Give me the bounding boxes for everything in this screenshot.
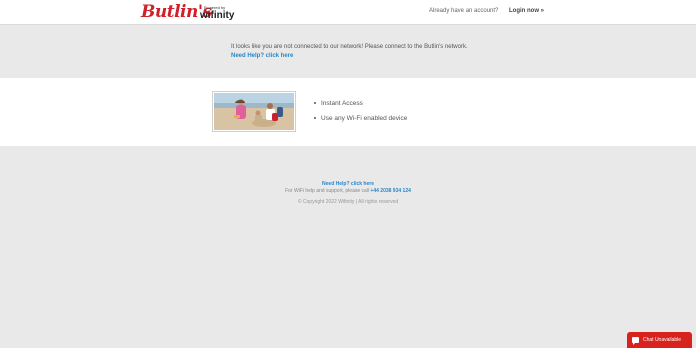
account-prompt: Already have an account? (429, 8, 499, 14)
support-phone-link[interactable]: +44 2038 934 124 (370, 188, 410, 194)
bullet-icon (314, 102, 316, 104)
support-line: For WiFi help and support, please call +… (0, 188, 696, 194)
wifinity-logo[interactable]: Powered by wifinity (200, 6, 234, 21)
need-help-link[interactable]: Need Help? click here (231, 53, 293, 59)
header: Butlin's Powered by wifinity Already hav… (0, 0, 696, 25)
connection-notice: It looks like you are not connected to o… (0, 26, 696, 78)
feature-label: Instant Access (321, 100, 363, 107)
support-text: For WiFi help and support, please call (285, 188, 370, 194)
copyright: © Copyright 2022 Wifinity | All rights r… (297, 199, 399, 205)
feature-any-device: Use any Wi-Fi enabled device (314, 113, 407, 128)
login-now-link[interactable]: Login now » (509, 8, 544, 14)
feature-label: Use any Wi-Fi enabled device (321, 115, 408, 122)
footer-need-help-link[interactable]: Need Help? click here (0, 181, 696, 187)
chat-button[interactable]: Chat Unavailable (627, 332, 692, 348)
chat-label: Chat Unavailable (643, 337, 682, 343)
notice-message: It looks like you are not connected to o… (231, 44, 468, 50)
beach-family-photo (212, 91, 296, 132)
notice-paragraph: It looks like you are not connected to o… (231, 43, 471, 61)
feature-list: Instant Access Use any Wi-Fi enabled dev… (314, 98, 407, 128)
wifinity-wordmark: wifinity (200, 10, 235, 21)
feature-instant-access: Instant Access (314, 98, 407, 113)
bullet-icon (314, 117, 316, 119)
features-panel: Instant Access Use any Wi-Fi enabled dev… (0, 78, 696, 146)
footer: Need Help? click here For WiFi help and … (0, 146, 696, 348)
chat-bubble-icon (632, 337, 639, 345)
